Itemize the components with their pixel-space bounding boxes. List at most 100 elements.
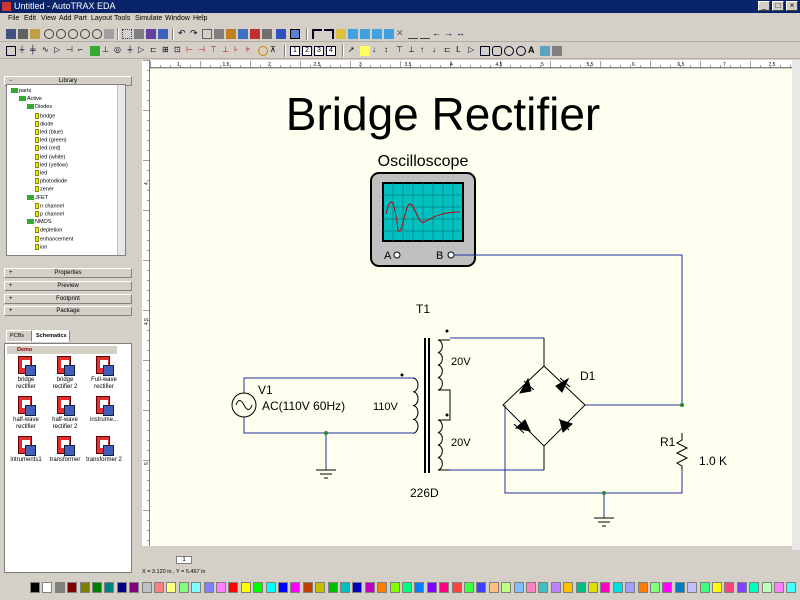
transistor-icon[interactable]: ⊣ <box>66 46 76 56</box>
battery-icon[interactable]: ⊥ <box>102 46 112 56</box>
ground-port-icon[interactable] <box>372 29 382 39</box>
color-swatch[interactable] <box>488 582 499 593</box>
connector-icon[interactable]: ⊏ <box>150 46 160 56</box>
color-swatch[interactable] <box>402 582 412 593</box>
color-swatch[interactable] <box>203 582 214 593</box>
sheet-4-icon[interactable]: 4 <box>326 46 336 56</box>
tree-item[interactable]: p channel <box>35 211 64 218</box>
color-swatch[interactable] <box>278 582 288 593</box>
minimize-button[interactable]: _ <box>758 1 770 11</box>
tree-item[interactable]: ion <box>35 243 47 251</box>
sheet-port-icon[interactable] <box>384 29 394 39</box>
package-panel-header[interactable]: + Package <box>4 306 132 316</box>
color-swatch[interactable] <box>290 582 301 593</box>
color-swatch[interactable] <box>141 582 152 593</box>
menu-part[interactable]: Part <box>74 13 87 25</box>
power-port-icon[interactable] <box>360 29 370 39</box>
grid-icon[interactable] <box>122 29 132 39</box>
no-connect-icon[interactable]: ✕ <box>396 29 406 39</box>
ground-symbol[interactable] <box>316 469 336 479</box>
pin-icon[interactable]: ↓ <box>372 46 382 56</box>
tree-folder[interactable]: Diodes <box>27 104 52 111</box>
schematic-file-item[interactable]: Full-wave rectifier <box>86 356 122 391</box>
tree-scrollbar[interactable] <box>117 85 125 255</box>
opamp-icon[interactable]: ▷ <box>138 46 148 56</box>
motor-icon[interactable]: ⊦ <box>234 46 244 56</box>
color-swatch[interactable] <box>364 582 375 593</box>
color-swatch[interactable] <box>612 582 623 593</box>
menu-simulate[interactable]: Simulate <box>135 13 162 25</box>
zoom-out-icon[interactable] <box>56 29 66 39</box>
led-icon[interactable] <box>90 46 100 56</box>
dash-line-icon[interactable] <box>420 29 430 39</box>
color-swatch[interactable] <box>104 582 115 593</box>
zoom-area-icon[interactable] <box>80 29 90 39</box>
meter-icon[interactable]: ⊥ <box>222 46 232 56</box>
menu-help[interactable]: Help <box>193 13 207 25</box>
schematic-canvas[interactable]: Bridge Rectifier Oscilloscope A B V1 AC(… <box>150 69 792 546</box>
route-icon[interactable] <box>276 29 286 39</box>
circle-icon[interactable] <box>504 46 514 56</box>
tree-item[interactable]: led (red) <box>35 145 60 152</box>
tree-item[interactable]: zener <box>35 186 54 193</box>
color-swatch[interactable] <box>674 582 685 593</box>
color-swatch[interactable] <box>191 582 202 593</box>
redo-icon[interactable]: ↷ <box>190 29 200 39</box>
text-icon[interactable]: A <box>528 46 538 56</box>
probe-icon[interactable] <box>258 46 268 56</box>
menu-edit[interactable]: Edit <box>24 13 36 25</box>
net-label-icon[interactable]: ⊤ <box>396 46 406 56</box>
color-swatch[interactable] <box>92 582 102 593</box>
properties-panel-header[interactable]: + Properties <box>4 268 132 278</box>
print-icon[interactable] <box>18 29 28 39</box>
maximize-button[interactable]: □ <box>772 1 784 11</box>
netlist-icon[interactable] <box>158 29 168 39</box>
color-swatch[interactable] <box>699 582 710 593</box>
lamp-icon[interactable]: ⊤ <box>210 46 220 56</box>
wire-icon[interactable] <box>312 29 322 39</box>
color-swatch[interactable] <box>178 582 189 593</box>
tab-schematics[interactable]: Schematics <box>32 330 70 342</box>
tree-item[interactable]: n channel <box>35 202 64 210</box>
transformer-t1[interactable] <box>412 338 451 473</box>
menu-window[interactable]: Window <box>165 13 190 25</box>
ac-source-v1[interactable] <box>231 392 257 418</box>
sheet-1-icon[interactable]: 1 <box>290 46 300 56</box>
color-swatch[interactable] <box>216 582 226 593</box>
color-swatch[interactable] <box>588 582 598 593</box>
color-swatch[interactable] <box>724 582 735 593</box>
color-swatch[interactable] <box>538 582 549 593</box>
color-swatch[interactable] <box>327 582 338 593</box>
color-swatch[interactable] <box>550 582 561 593</box>
schematic-file-item[interactable]: half-wave rectifier 2 <box>47 396 83 431</box>
color-swatch[interactable] <box>662 582 673 593</box>
inductor-icon[interactable]: ∿ <box>42 46 52 56</box>
gallery-group-header[interactable]: Demo <box>7 346 117 354</box>
polygon-icon[interactable]: ▷ <box>468 46 478 56</box>
color-swatch[interactable] <box>464 582 474 593</box>
resistor-icon[interactable]: ⏚ <box>18 46 28 56</box>
color-swatch[interactable] <box>377 582 388 593</box>
tree-folder[interactable]: NMOS <box>27 219 52 226</box>
zoom-in-icon[interactable] <box>44 29 54 39</box>
capacitor-icon[interactable]: ╪ <box>30 46 40 56</box>
rounded-rect-icon[interactable] <box>492 46 502 56</box>
color-swatch[interactable] <box>54 582 65 593</box>
fuse-icon[interactable]: ⊡ <box>174 46 184 56</box>
menu-layout[interactable]: Layout <box>91 13 112 25</box>
color-swatch[interactable] <box>513 582 524 593</box>
color-swatch[interactable] <box>476 582 487 593</box>
select-arrow-icon[interactable]: ➚ <box>348 46 358 56</box>
color-swatch[interactable] <box>575 582 586 593</box>
highlight-icon[interactable] <box>360 46 370 56</box>
tree-folder[interactable]: parts <box>11 88 31 95</box>
schematic-file-item[interactable]: half-wave rectifier <box>8 396 44 431</box>
menu-add[interactable]: Add <box>59 13 71 25</box>
tree-item[interactable]: led <box>35 170 47 177</box>
sheet-tab-1[interactable]: 1 <box>176 556 192 564</box>
arrow-both-icon[interactable]: ↔ <box>456 29 466 39</box>
color-swatch[interactable] <box>712 582 722 593</box>
menu-file[interactable]: File <box>8 13 19 25</box>
color-swatch[interactable] <box>426 582 437 593</box>
component-rect-icon[interactable] <box>6 46 16 56</box>
